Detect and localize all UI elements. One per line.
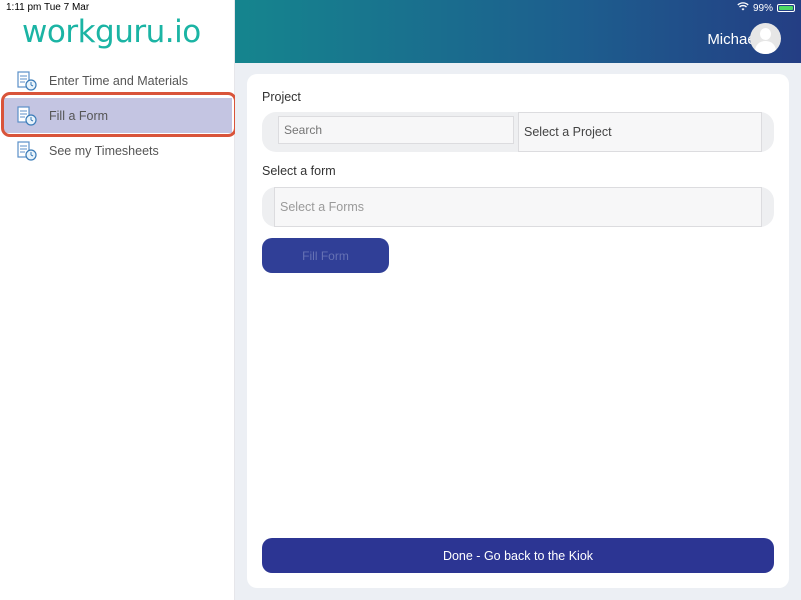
battery-percent: 99% [752,2,773,14]
sidebar-item-timesheets[interactable]: See my Timesheets [0,133,235,168]
app-logo: workguru.io [22,14,201,50]
status-indicators: 99% [737,2,795,14]
avatar[interactable] [750,23,781,54]
sidebar-item-label: See my Timesheets [49,143,159,158]
project-search-input[interactable] [278,116,514,144]
selection-highlight [1,92,237,137]
wifi-icon [737,2,749,14]
form-select[interactable]: Select a Forms [274,187,762,227]
form-label: Select a form [262,164,336,178]
avatar-body [755,41,776,54]
fill-form-button[interactable]: Fill Form [262,238,389,273]
sidebar: workguru.io Enter Time and Materials Fil… [0,0,237,600]
avatar-head [760,28,771,40]
done-button[interactable]: Done - Go back to the Kiok [262,538,774,573]
battery-icon [777,4,795,12]
app-header: Michael [235,0,801,63]
project-select[interactable]: Select a Project [518,112,762,152]
status-time: 1:11 pm Tue 7 Mar [6,2,90,13]
timesheet-icon [16,70,38,92]
sidebar-item-label: Enter Time and Materials [49,73,188,88]
timesheet-icon [16,140,38,162]
project-label: Project [262,90,301,104]
